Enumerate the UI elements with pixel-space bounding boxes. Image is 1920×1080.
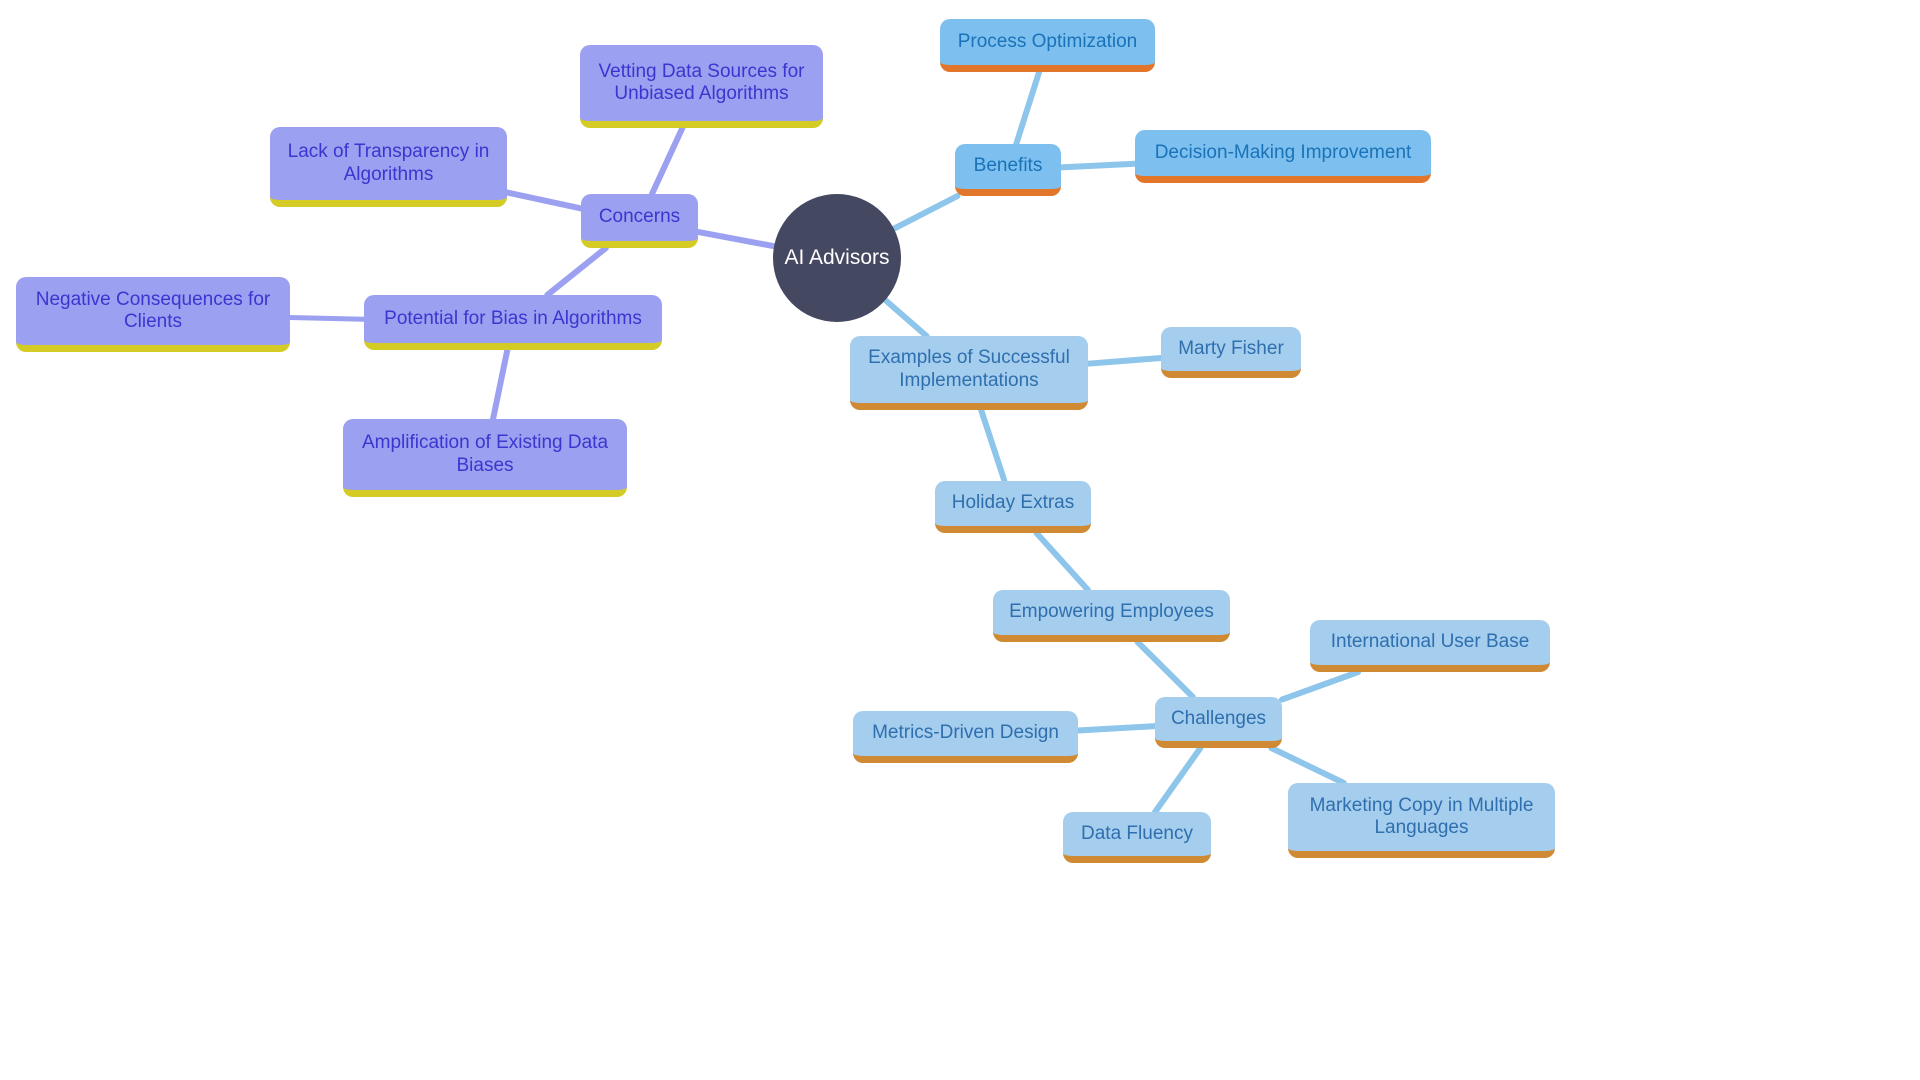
- edge-holiday-to-empowering: [1033, 530, 1092, 593]
- mindmap-node-amplification[interactable]: Amplification of Existing Data Biases: [343, 419, 627, 497]
- edge-concerns-to-vetting: [648, 125, 686, 197]
- edge-challenges-to-fluency: [1152, 745, 1204, 815]
- mindmap-node-fluency[interactable]: Data Fluency: [1063, 812, 1211, 863]
- edge-challenges-to-international: [1279, 669, 1362, 703]
- mindmap-node-holiday[interactable]: Holiday Extras: [935, 481, 1091, 533]
- edge-root-to-examples: [882, 297, 930, 339]
- mindmap-node-empowering[interactable]: Empowering Employees: [993, 590, 1230, 642]
- mindmap-node-process[interactable]: Process Optimization: [940, 19, 1155, 72]
- edge-examples-to-holiday: [978, 407, 1008, 484]
- mindmap-node-transparency[interactable]: Lack of Transparency in Algorithms: [270, 127, 507, 207]
- edge-examples-to-marty: [1085, 354, 1164, 367]
- mindmap-node-international[interactable]: International User Base: [1310, 620, 1550, 672]
- edge-empowering-to-challenges: [1134, 639, 1196, 700]
- mindmap-node-metrics[interactable]: Metrics-Driven Design: [853, 711, 1078, 763]
- mindmap-node-examples[interactable]: Examples of Successful Implementations: [850, 336, 1088, 410]
- mindmap-node-negative[interactable]: Negative Consequences for Clients: [16, 277, 290, 352]
- mindmap-node-concerns[interactable]: Concerns: [581, 194, 698, 248]
- mindmap-node-challenges[interactable]: Challenges: [1155, 697, 1282, 748]
- mindmap-canvas: AI Advisors Concerns Vetting Data Sources …: [0, 0, 1920, 1080]
- mindmap-node-languages[interactable]: Marketing Copy in Multiple Languages: [1288, 783, 1555, 858]
- mindmap-node-bias[interactable]: Potential for Bias in Algorithms: [364, 295, 662, 350]
- edge-root-to-benefits: [890, 193, 961, 232]
- mindmap-node-decision[interactable]: Decision-Making Improvement: [1135, 130, 1431, 183]
- edge-challenges-to-languages: [1268, 745, 1347, 786]
- edge-benefits-to-decision: [1058, 160, 1138, 171]
- mindmap-node-benefits[interactable]: Benefits: [955, 144, 1061, 196]
- edge-bias-to-negative: [287, 315, 367, 322]
- edge-concerns-to-bias: [544, 245, 609, 298]
- mindmap-node-root[interactable]: AI Advisors: [773, 194, 901, 322]
- edge-challenges-to-metrics: [1075, 723, 1158, 734]
- edge-concerns-to-transparency: [504, 189, 584, 212]
- edge-bias-to-amplification: [490, 347, 511, 422]
- mindmap-node-vetting[interactable]: Vetting Data Sources for Unbiased Algori…: [580, 45, 823, 128]
- edge-benefits-to-process: [1013, 69, 1043, 147]
- edge-root-to-concerns: [695, 228, 778, 250]
- mindmap-node-marty[interactable]: Marty Fisher: [1161, 327, 1301, 378]
